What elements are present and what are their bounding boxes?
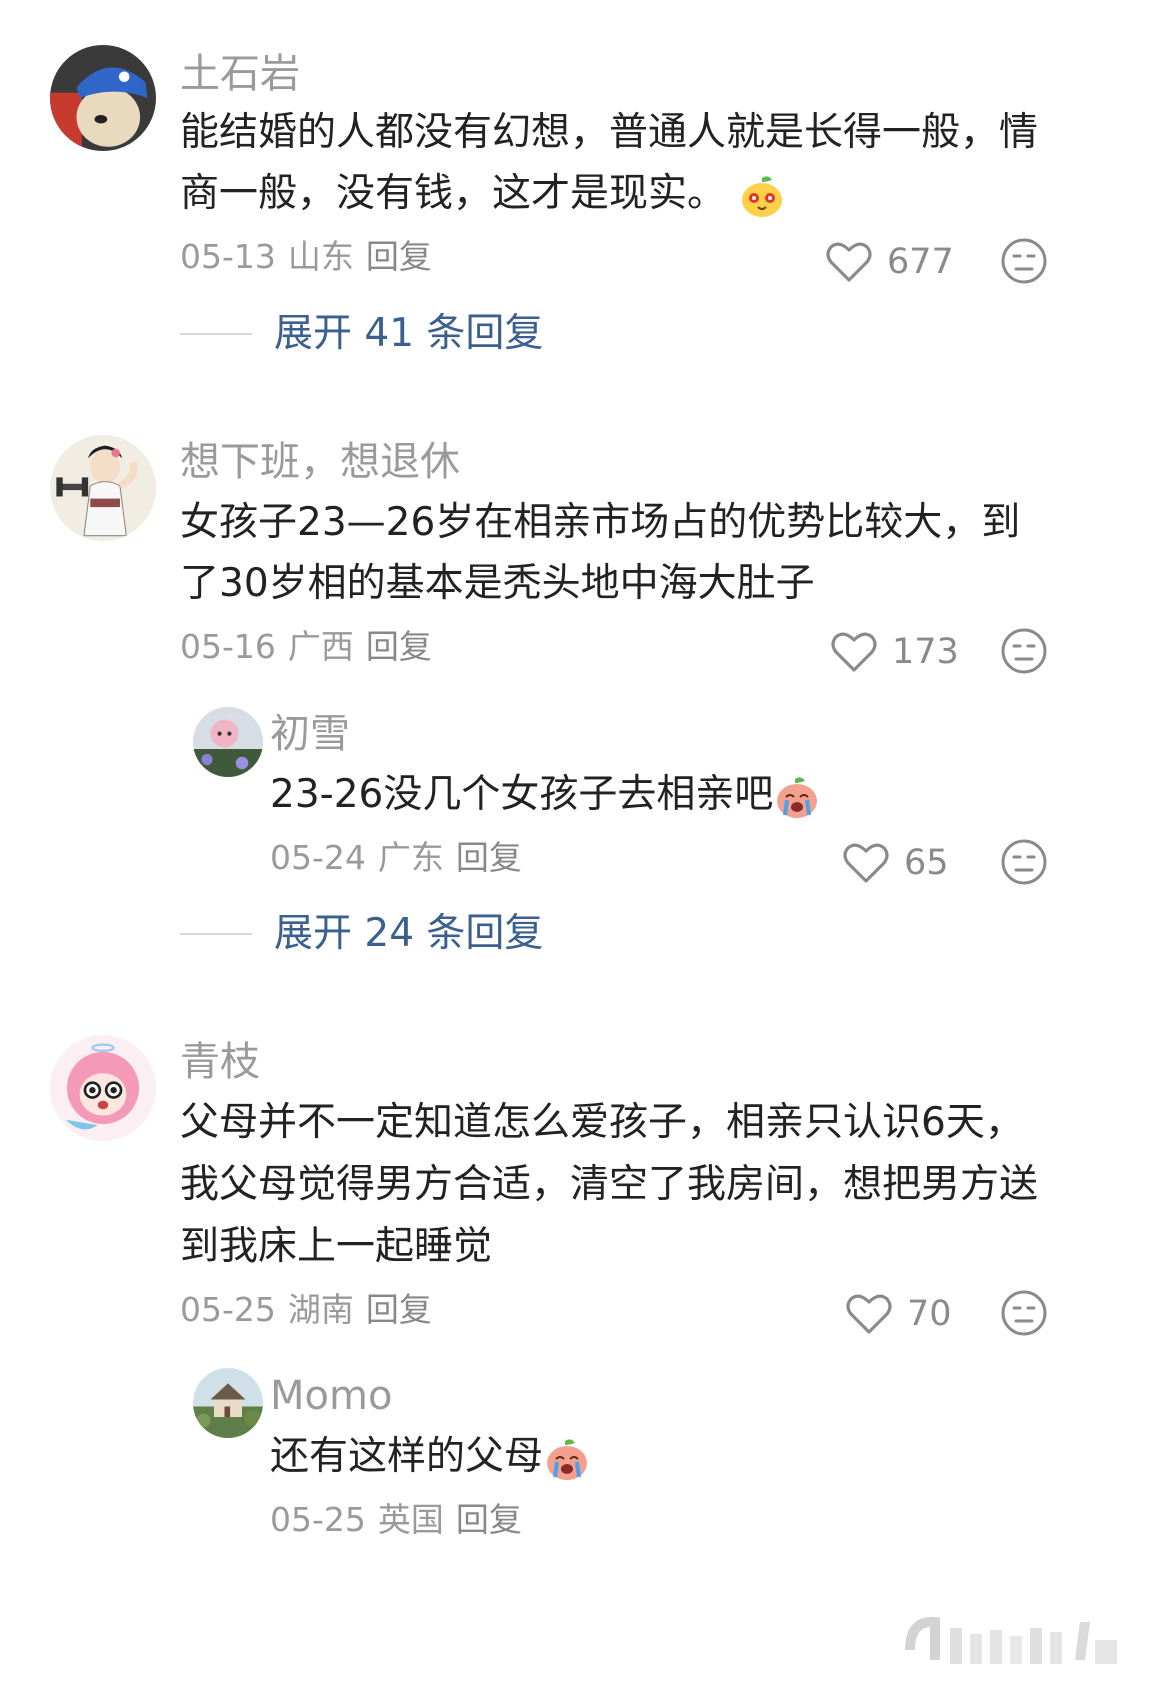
avatar[interactable]: [50, 45, 156, 151]
comment-text: 能结婚的人都没有幻想，普通人就是长得一般，情: [180, 110, 1039, 155]
like-count: 677: [887, 242, 954, 282]
comment-meta: 05-16 广西 回复: [180, 627, 432, 667]
reply-date: 05-24: [270, 838, 366, 877]
like-count: 65: [904, 843, 949, 883]
peach-crying-emoji-icon: [773, 773, 821, 821]
like-button[interactable]: 70: [845, 1292, 952, 1336]
username[interactable]: 青枝: [180, 1038, 260, 1086]
comment-text: 商一般，没有钱，这才是现实。: [180, 161, 786, 227]
comment-date: 05-16: [180, 627, 276, 666]
comment-text: 父母并不一定知道怎么爱孩子，相亲只认识6天，: [180, 1100, 1024, 1145]
like-count: 70: [907, 1294, 952, 1334]
divider-line: [180, 333, 252, 335]
reply-button[interactable]: 回复: [366, 1290, 432, 1329]
like-button[interactable]: 65: [842, 841, 949, 885]
comment-location: 湖南: [287, 1290, 354, 1329]
reply-button[interactable]: 回复: [366, 237, 432, 276]
comment-meta: 05-13 山东 回复: [180, 237, 432, 277]
reply-meta: 05-25 英国 回复: [270, 1500, 522, 1540]
reply-meta: 05-24 广东 回复: [270, 838, 522, 878]
flower-plush-avatar-icon: [193, 707, 263, 777]
dislike-face-icon[interactable]: [1000, 237, 1048, 285]
comment-meta: 05-25 湖南 回复: [180, 1290, 432, 1330]
reply-location: 英国: [377, 1500, 444, 1539]
like-button[interactable]: 173: [830, 630, 959, 674]
avatar[interactable]: [193, 1368, 263, 1438]
divider-line: [180, 933, 252, 935]
expand-replies-label: 展开 24 条回复: [274, 911, 544, 956]
heart-outline-icon: [826, 242, 872, 282]
username[interactable]: 初雪: [270, 710, 350, 758]
comment-location: 山东: [287, 237, 354, 276]
heart-outline-icon: [843, 843, 889, 883]
like-count: 173: [892, 632, 959, 672]
reply-button[interactable]: 回复: [456, 1500, 522, 1539]
comment-location: 广西: [287, 627, 354, 666]
comment-date: 05-25: [180, 1290, 276, 1329]
dog-avatar-icon: [50, 45, 156, 151]
reply-location: 广东: [377, 838, 444, 877]
expand-replies-button[interactable]: 展开 41 条回复: [180, 310, 543, 358]
anime-girl-avatar-icon: [50, 1035, 156, 1141]
username[interactable]: Momo: [270, 1372, 392, 1420]
heart-outline-icon: [831, 632, 877, 672]
expand-replies-label: 展开 41 条回复: [274, 311, 544, 356]
reply-button[interactable]: 回复: [456, 838, 522, 877]
girl-dumbbell-avatar-icon: [50, 435, 156, 541]
comment-date: 05-13: [180, 237, 276, 276]
expand-replies-button[interactable]: 展开 24 条回复: [180, 910, 543, 958]
like-button[interactable]: 677: [825, 240, 954, 284]
dislike-face-icon[interactable]: [1000, 838, 1048, 886]
reply-date: 05-25: [270, 1500, 366, 1539]
dislike-face-icon[interactable]: [1000, 627, 1048, 675]
comment-text: 我父母觉得男方合适，清空了我房间，想把男方送: [180, 1162, 1039, 1207]
dislike-face-icon[interactable]: [1000, 1289, 1048, 1337]
comment-text: 了30岁相的基本是秃头地中海大肚子: [180, 561, 815, 606]
reply-text: 还有这样的父母: [270, 1424, 591, 1490]
heart-outline-icon: [846, 1294, 892, 1334]
cottage-painting-avatar-icon: [193, 1368, 263, 1438]
avatar[interactable]: [50, 1035, 156, 1141]
peach-smile-emoji-icon: [738, 172, 786, 220]
avatar[interactable]: [50, 435, 156, 541]
reply-button[interactable]: 回复: [366, 627, 432, 666]
username[interactable]: 想下班，想退休: [180, 438, 460, 486]
comment-text: 到我床上一起睡觉: [180, 1224, 493, 1269]
username[interactable]: 土石岩: [180, 50, 300, 98]
comment-text: 女孩子23—26岁在相亲市场占的优势比较大，到: [180, 500, 1021, 545]
avatar[interactable]: [193, 707, 263, 777]
reply-text: 23-26没几个女孩子去相亲吧: [270, 762, 821, 828]
watermark-icon: [905, 1616, 1117, 1664]
peach-crying-emoji-icon: [543, 1435, 591, 1483]
